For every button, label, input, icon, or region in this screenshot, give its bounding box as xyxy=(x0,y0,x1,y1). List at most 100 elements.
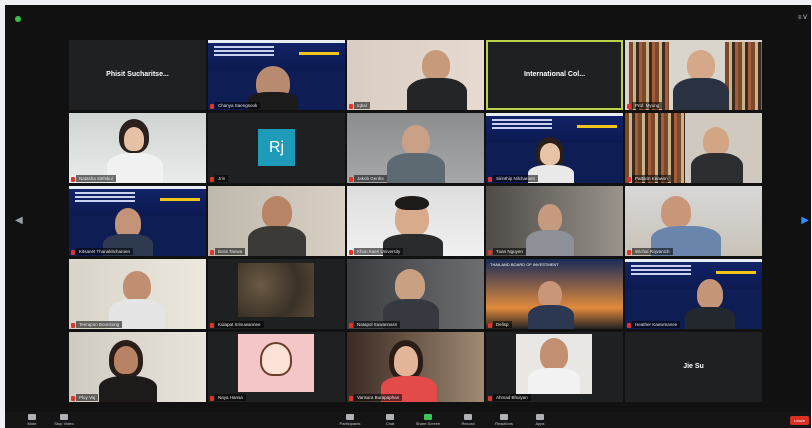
participant-name-label: Natasha Sitthikul xyxy=(76,175,116,182)
participant-tile-active-speaker[interactable]: International Col... xyxy=(486,40,623,110)
participant-name-label: Iqbal xyxy=(354,102,370,109)
participant-tile[interactable]: Rj Jrin xyxy=(208,113,345,183)
muted-mic-icon xyxy=(210,396,214,401)
participant-tile[interactable]: Varisara Burapaphan xyxy=(347,332,484,402)
reactions-button[interactable]: Reactions xyxy=(489,414,519,426)
participant-name-label: Heather Kaewmanee xyxy=(632,321,681,328)
meeting-toolbar: Mute Stop Video Participants Chat Share … xyxy=(5,412,811,428)
muted-mic-icon xyxy=(349,104,353,109)
muted-mic-icon xyxy=(349,323,353,328)
security-shield-icon[interactable] xyxy=(15,16,21,22)
participant-tile[interactable]: Tuan Nguyen xyxy=(486,186,623,256)
participant-gallery: Phisit Sucharitse... Chanya Saengsook Iq… xyxy=(69,40,765,408)
participant-name-label: Varisara Burapaphan xyxy=(354,394,403,401)
muted-mic-icon xyxy=(627,177,631,182)
participant-tile[interactable]: Prof. Myung xyxy=(625,40,762,110)
participant-name-label: Sirinthip Nilcharoen xyxy=(493,175,539,182)
previous-page-arrow-icon[interactable]: ◀ xyxy=(15,215,23,226)
apps-icon xyxy=(536,414,544,420)
participant-tile[interactable]: Sirinthip Nilcharoen xyxy=(486,113,623,183)
participant-name-label: Khon Kaen University xyxy=(354,248,404,255)
participant-tile[interactable]: Naya Hansa xyxy=(208,332,345,402)
participant-tile[interactable]: Wichai Rojvanich xyxy=(625,186,762,256)
participant-video xyxy=(262,196,292,228)
muted-mic-icon xyxy=(488,323,492,328)
participant-tile[interactable]: Natasha Sitthikul xyxy=(69,113,206,183)
participant-avatar: Rj xyxy=(258,129,295,166)
record-button[interactable]: Record xyxy=(453,414,483,426)
participant-tile[interactable]: Ploy Vaj xyxy=(69,332,206,402)
participant-name-label: Kitsanet Thanakitcharoen xyxy=(76,248,133,255)
participant-name-label: Kulapat Srisuwannee xyxy=(215,321,264,328)
mute-button[interactable]: Mute xyxy=(17,414,47,426)
muted-mic-icon xyxy=(488,250,492,255)
participant-tile[interactable]: Jie Su xyxy=(625,332,762,402)
participant-name-display: Jie Su xyxy=(683,363,704,370)
virtual-background-banner xyxy=(625,259,762,289)
participant-name-label: Boss Tanwa xyxy=(215,248,246,255)
participant-name-label: Ploy Vaj xyxy=(76,394,99,401)
muted-mic-icon xyxy=(71,323,75,328)
participant-video xyxy=(402,125,430,155)
participant-name-label: Pattarin Keawsri xyxy=(632,175,671,182)
participant-name-label: Naya Hansa xyxy=(215,394,246,401)
participant-video xyxy=(123,271,151,301)
participant-video xyxy=(703,127,729,155)
share-screen-button[interactable]: Share Screen xyxy=(413,414,443,426)
muted-mic-icon xyxy=(210,250,214,255)
video-camera-icon xyxy=(60,414,68,420)
participant-tile[interactable]: Kulapat Srisuwannee xyxy=(208,259,345,329)
participant-name-label: Natapol Suwannasri xyxy=(354,321,401,328)
muted-mic-icon xyxy=(488,396,492,401)
participant-tile[interactable]: Khon Kaen University xyxy=(347,186,484,256)
participant-video xyxy=(422,50,450,80)
participant-name-label: Wichai Rojvanich xyxy=(632,248,673,255)
participant-tile[interactable]: Jakob Gerdts xyxy=(347,113,484,183)
participant-tile[interactable]: Pattarin Keawsri xyxy=(625,113,762,183)
muted-mic-icon xyxy=(349,250,353,255)
participant-tile[interactable]: Ahmad Bhuiyan xyxy=(486,332,623,402)
muted-mic-icon xyxy=(349,177,353,182)
muted-mic-icon xyxy=(71,177,75,182)
participant-video xyxy=(238,263,314,317)
participant-name-label: Jakob Gerdts xyxy=(354,175,387,182)
participant-tile[interactable]: Iqbal xyxy=(347,40,484,110)
participant-video xyxy=(538,204,562,232)
participant-name-display: International Col... xyxy=(523,71,586,78)
leave-meeting-button[interactable]: Leave xyxy=(790,416,809,425)
apps-button[interactable]: Apps xyxy=(525,414,555,426)
zoom-meeting-window: ≡ V ◀ ▶ Phisit Sucharitse... Chanya Saen… xyxy=(5,5,811,428)
participant-video xyxy=(395,269,425,301)
participant-tile[interactable]: Heather Kaewmanee xyxy=(625,259,762,329)
participants-button[interactable]: Participants xyxy=(335,414,365,426)
participant-name-label: Teerapon Boonsong xyxy=(76,321,123,328)
microphone-icon xyxy=(28,414,36,420)
muted-mic-icon xyxy=(71,396,75,401)
participant-tile[interactable]: Natapol Suwannasri xyxy=(347,259,484,329)
virtual-background-banner xyxy=(69,186,206,216)
share-screen-icon xyxy=(424,414,432,420)
participant-tile[interactable]: Phisit Sucharitse... xyxy=(69,40,206,110)
muted-mic-icon xyxy=(349,396,353,401)
participant-name-label: Tuan Nguyen xyxy=(493,248,526,255)
participant-video xyxy=(538,281,562,307)
stop-video-button[interactable]: Stop Video xyxy=(49,414,79,426)
participant-tile[interactable]: Chanya Saengsook xyxy=(208,40,345,110)
participant-tile[interactable]: Kitsanet Thanakitcharoen xyxy=(69,186,206,256)
muted-mic-icon xyxy=(488,177,492,182)
participants-icon xyxy=(346,414,354,420)
chat-button[interactable]: Chat xyxy=(375,414,405,426)
participant-tile[interactable]: Boss Tanwa xyxy=(208,186,345,256)
muted-mic-icon xyxy=(627,250,631,255)
virtual-background-text: THAILAND BOARD OF INVESTMENT xyxy=(490,262,559,267)
participant-name-label: Chanya Saengsook xyxy=(215,102,261,109)
participant-tile[interactable]: THAILAND BOARD OF INVESTMENT Delisp xyxy=(486,259,623,329)
participant-video xyxy=(661,196,691,228)
participant-name-label: Delisp xyxy=(493,321,512,328)
participant-tile[interactable]: Teerapon Boonsong xyxy=(69,259,206,329)
smiley-icon xyxy=(500,414,508,420)
participant-video xyxy=(697,279,723,309)
muted-mic-icon xyxy=(71,250,75,255)
view-button[interactable]: ≡ V xyxy=(798,15,807,21)
next-page-arrow-icon[interactable]: ▶ xyxy=(801,215,809,226)
